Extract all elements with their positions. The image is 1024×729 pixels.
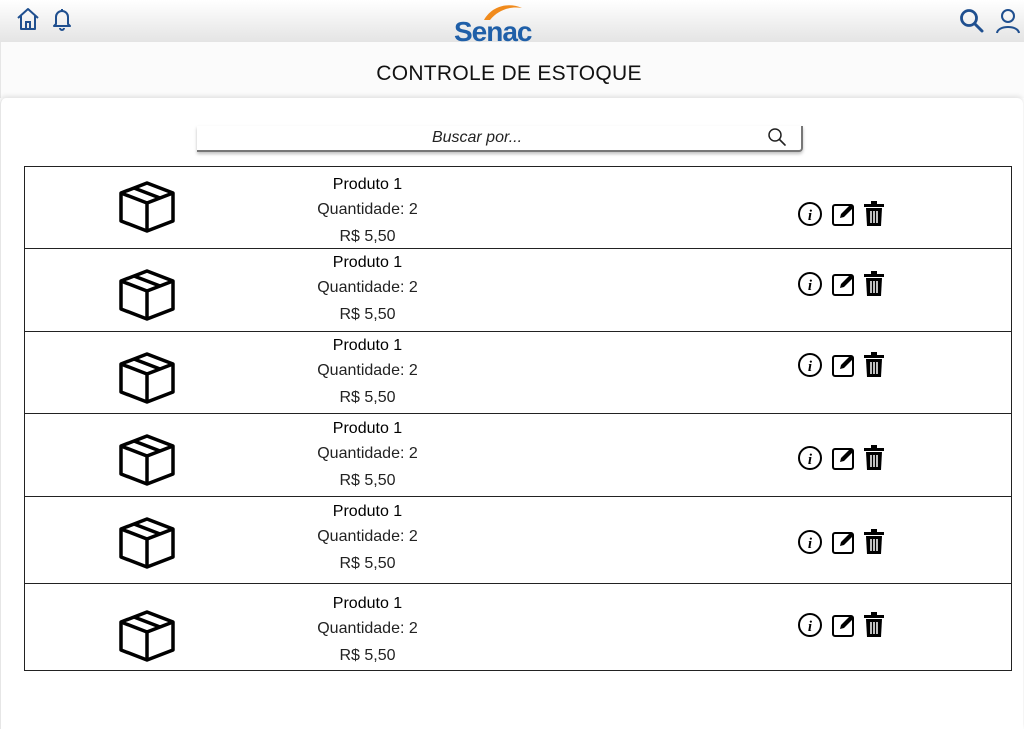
product-quantity: Quantidade: 2 [317, 279, 418, 296]
home-icon[interactable] [15, 6, 41, 32]
trash-icon[interactable] [863, 445, 885, 471]
trash-icon[interactable] [863, 529, 885, 555]
edit-icon[interactable] [831, 271, 857, 297]
senac-logo: Senac [450, 2, 532, 42]
row-actions: i [797, 529, 897, 557]
trash-icon[interactable] [863, 352, 885, 378]
list-item: Produto 1 Quantidade: 2 R$ 5,50 i [25, 249, 1011, 332]
product-quantity: Quantidade: 2 [317, 201, 418, 218]
product-info: Produto 1 Quantidade: 2 R$ 5,50 [255, 500, 480, 578]
product-name: Produto 1 [332, 420, 403, 437]
list-item: Produto 1 Quantidade: 2 R$ 5,50 i [25, 584, 1011, 670]
product-info: Produto 1 Quantidade: 2 R$ 5,50 [255, 592, 480, 670]
box-icon [119, 352, 175, 404]
product-quantity: Quantidade: 2 [317, 445, 418, 462]
row-actions: i [797, 445, 897, 473]
svg-text:i: i [808, 536, 813, 552]
product-price: R$ 5,50 [339, 472, 396, 489]
product-info: Produto 1 Quantidade: 2 R$ 5,50 [255, 334, 480, 412]
top-bar: Senac [0, 0, 1024, 43]
list-item: Produto 1 Quantidade: 2 R$ 5,50 i [25, 167, 1011, 249]
box-icon [119, 269, 175, 321]
search-input[interactable] [197, 126, 757, 150]
search-icon[interactable] [767, 127, 787, 147]
product-quantity: Quantidade: 2 [317, 528, 418, 545]
trash-icon[interactable] [863, 612, 885, 638]
edit-icon[interactable] [831, 529, 857, 555]
product-price: R$ 5,50 [339, 647, 396, 664]
product-price: R$ 5,50 [339, 389, 396, 406]
product-name: Produto 1 [332, 503, 403, 520]
page-title: CONTROLE DE ESTOQUE [376, 62, 642, 85]
edit-icon[interactable] [831, 352, 857, 378]
list-item: Produto 1 Quantidade: 2 R$ 5,50 i [25, 332, 1011, 414]
svg-text:i: i [808, 278, 813, 294]
info-icon[interactable]: i [797, 271, 823, 297]
row-actions: i [797, 352, 897, 380]
svg-text:i: i [808, 452, 813, 468]
list-item: Produto 1 Quantidade: 2 R$ 5,50 i [25, 497, 1011, 584]
row-actions: i [797, 612, 897, 640]
svg-text:i: i [808, 619, 813, 635]
product-quantity: Quantidade: 2 [317, 362, 418, 379]
info-icon[interactable]: i [797, 201, 823, 227]
info-icon[interactable]: i [797, 445, 823, 471]
product-name: Produto 1 [332, 254, 403, 271]
row-actions: i [797, 201, 897, 229]
search-bar [197, 126, 803, 152]
search-icon[interactable] [959, 8, 985, 34]
edit-icon[interactable] [831, 201, 857, 227]
product-price: R$ 5,50 [339, 306, 396, 323]
edit-icon[interactable] [831, 612, 857, 638]
info-icon[interactable]: i [797, 529, 823, 555]
product-list: Produto 1 Quantidade: 2 R$ 5,50 i Produt… [24, 166, 1012, 671]
svg-text:i: i [808, 359, 813, 375]
product-price: R$ 5,50 [339, 555, 396, 572]
box-icon [119, 610, 175, 662]
box-icon [119, 517, 175, 569]
info-icon[interactable]: i [797, 352, 823, 378]
product-info: Produto 1 Quantidade: 2 R$ 5,50 [255, 417, 480, 495]
product-info: Produto 1 Quantidade: 2 R$ 5,50 [255, 173, 480, 251]
product-name: Produto 1 [332, 176, 403, 193]
box-icon [119, 181, 175, 233]
product-info: Produto 1 Quantidade: 2 R$ 5,50 [255, 251, 480, 329]
product-price: R$ 5,50 [339, 228, 396, 245]
svg-text:i: i [808, 208, 813, 224]
bell-icon[interactable] [50, 6, 74, 32]
product-name: Produto 1 [332, 595, 403, 612]
trash-icon[interactable] [863, 201, 885, 227]
product-quantity: Quantidade: 2 [317, 620, 418, 637]
user-icon[interactable] [994, 7, 1022, 35]
box-icon [119, 434, 175, 486]
logo-text: Senac [454, 16, 532, 42]
info-icon[interactable]: i [797, 612, 823, 638]
trash-icon[interactable] [863, 271, 885, 297]
list-item: Produto 1 Quantidade: 2 R$ 5,50 i [25, 414, 1011, 497]
product-name: Produto 1 [332, 337, 403, 354]
row-actions: i [797, 271, 897, 299]
edit-icon[interactable] [831, 445, 857, 471]
